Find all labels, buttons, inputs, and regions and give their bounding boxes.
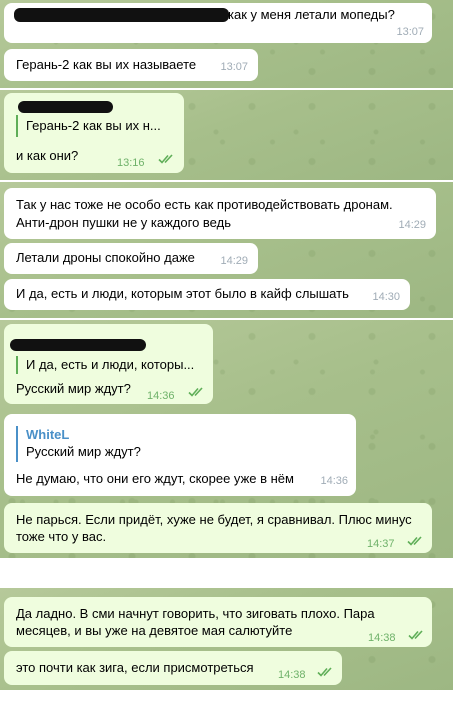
message-time: 14:36 <box>147 390 175 402</box>
message-time: 13:07 <box>396 26 424 38</box>
message-bubble[interactable]: Так у нас тоже не особо есть как противо… <box>4 188 436 239</box>
message-bubble[interactable]: И да, есть и люди, которым этот было в к… <box>4 279 410 310</box>
message-text: Русский мир ждут? <box>16 381 131 396</box>
redaction-scribble <box>14 8 229 22</box>
message-bubble[interactable]: как у меня летали мопеды? 13:07 <box>4 3 432 43</box>
message-time: 13:16 <box>117 157 145 169</box>
message-time: 14:37 <box>367 538 395 550</box>
message-time: 14:29 <box>220 255 248 267</box>
double-check-icon <box>158 154 173 164</box>
message-time: 14:29 <box>398 219 426 231</box>
message-bubble[interactable]: Летали дроны спокойно даже 14:29 <box>4 243 258 274</box>
message-bubble[interactable]: это почти как зига, если присмотреться 1… <box>4 651 342 685</box>
message-text: это почти как зига, если присмотреться <box>16 660 254 675</box>
message-time: 14:38 <box>368 632 396 644</box>
message-text-line: Да ладно. В сми начнут говорить, что зиг… <box>16 606 375 621</box>
message-time: 14:30 <box>372 291 400 303</box>
message-time: 14:38 <box>278 669 306 681</box>
message-text-line: Не парься. Если придёт, хуже не будет, я… <box>16 512 412 527</box>
reply-quote-text: И да, есть и люди, которы... <box>26 357 195 372</box>
double-check-icon <box>188 387 203 397</box>
reply-quote[interactable]: Герань-2 как вы их н... <box>16 115 161 137</box>
message-bubble[interactable]: Да ладно. В сми начнут говорить, что зиг… <box>4 597 432 647</box>
reply-quote[interactable]: WhiteL Русский мир ждут? <box>16 426 141 462</box>
message-bubble[interactable]: Герань-2 как вы их называете 13:07 <box>4 49 258 81</box>
message-bubble[interactable]: WhiteL Русский мир ждут? Не думаю, что о… <box>4 414 356 496</box>
message-text: Герань-2 как вы их называете <box>16 57 197 72</box>
redaction-scribble <box>18 101 113 113</box>
message-text: Летали дроны спокойно даже <box>16 250 195 265</box>
message-text: Не думаю, что они его ждут, скорее уже в… <box>16 471 294 486</box>
double-check-icon <box>407 536 422 546</box>
redaction-scribble <box>10 339 146 351</box>
message-text-line: Так у нас тоже не особо есть как противо… <box>16 197 393 212</box>
message-bubble[interactable]: Не парься. Если придёт, хуже не будет, я… <box>4 503 432 553</box>
double-check-icon <box>317 667 332 677</box>
reply-quote-text: Герань-2 как вы их н... <box>26 118 161 133</box>
message-text: как у меня летали мопеды? <box>228 7 395 22</box>
reply-author: WhiteL <box>26 427 70 442</box>
message-text: и как они? <box>16 148 79 163</box>
message-time: 13:07 <box>220 61 248 73</box>
double-check-icon <box>408 630 423 640</box>
message-time: 14:36 <box>320 475 348 487</box>
message-text-line: тоже что у вас. <box>16 529 107 544</box>
message-text-line: Анти-дрон пушки не у каждого ведь <box>16 215 231 230</box>
message-bubble[interactable]: Герань-2 как вы их н... и как они? 13:16 <box>4 93 184 173</box>
message-text-line: месяцев, и вы уже на девятое мая салютуй… <box>16 623 293 638</box>
message-bubble[interactable]: И да, есть и люди, которы... Русский мир… <box>4 324 213 404</box>
reply-quote-text: Русский мир ждут? <box>26 444 141 459</box>
message-text: И да, есть и люди, которым этот было в к… <box>16 286 349 301</box>
reply-quote[interactable]: И да, есть и люди, которы... <box>16 356 194 374</box>
